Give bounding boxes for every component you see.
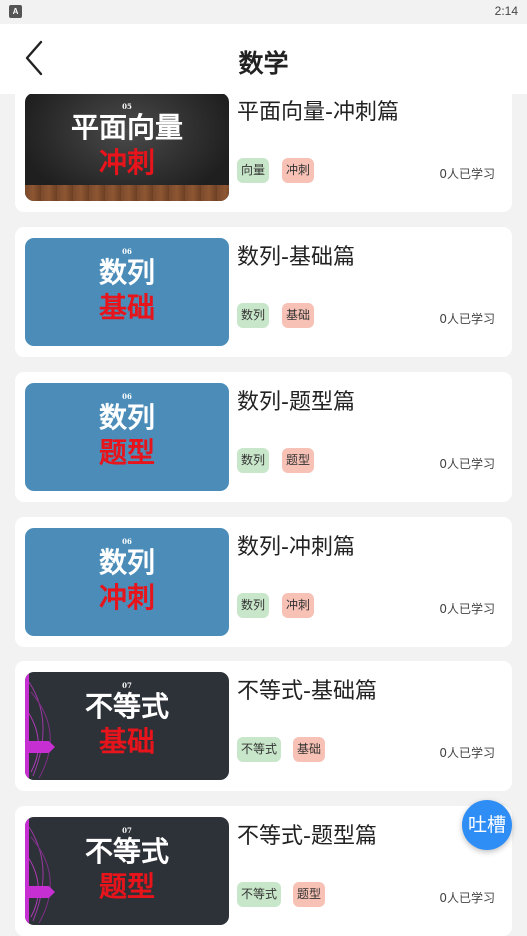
page-title: 数学 xyxy=(238,49,289,78)
thumbnail-number: 07 xyxy=(122,681,132,690)
course-card[interactable]: 06 数列 冲刺 数列-冲刺篇 数列 冲刺 0人已学习 xyxy=(15,517,512,647)
topic-tag: 数列 xyxy=(237,303,270,328)
thumbnail-number: 06 xyxy=(122,247,132,256)
learner-count: 0人已学习 xyxy=(439,167,495,181)
thumbnail-level: 冲刺 xyxy=(98,146,155,179)
course-title: 不等式-基础篇 xyxy=(237,679,377,704)
topic-tag: 不等式 xyxy=(237,882,282,907)
thumbnail-level: 冲刺 xyxy=(98,581,155,614)
thumbnail-topic: 数列 xyxy=(98,401,155,434)
course-title: 不等式-题型篇 xyxy=(237,824,377,849)
topic-tag: 数列 xyxy=(237,593,270,618)
feedback-button[interactable]: 吐槽 xyxy=(462,800,512,850)
course-thumbnail: 06 数列 题型 xyxy=(25,383,229,491)
thumbnail-level: 题型 xyxy=(98,870,155,903)
level-tag: 基础 xyxy=(282,303,315,328)
thumbnail-number: 06 xyxy=(122,392,132,401)
level-tag: 冲刺 xyxy=(282,593,315,618)
thumbnail-topic: 数列 xyxy=(98,256,155,289)
thumbnail-level: 基础 xyxy=(98,725,155,758)
course-thumbnail: 06 数列 基础 xyxy=(25,238,229,346)
learner-count: 0人已学习 xyxy=(439,891,495,905)
level-tag: 题型 xyxy=(282,448,315,473)
app-header: 数学 xyxy=(0,24,527,94)
topic-tag: 不等式 xyxy=(237,737,282,762)
level-tag: 基础 xyxy=(293,737,326,762)
topic-tag: 向量 xyxy=(237,158,270,183)
stage-floor xyxy=(25,185,229,201)
level-tag: 题型 xyxy=(293,882,326,907)
course-thumbnail: 07 不等式 基础 xyxy=(25,672,229,780)
learner-count: 0人已学习 xyxy=(439,746,495,760)
course-thumbnail: 06 数列 冲刺 xyxy=(25,528,229,636)
course-card[interactable]: 07 不等式 题型 不等式-题型篇 不等式 题型 0人已学习 xyxy=(15,806,512,936)
notification-icon: A xyxy=(9,5,22,18)
course-thumbnail: 07 不等式 题型 xyxy=(25,817,229,925)
thumbnail-number: 06 xyxy=(122,537,132,546)
status-time: 2:14 xyxy=(494,4,518,18)
course-card[interactable]: 06 数列 题型 数列-题型篇 数列 题型 0人已学习 xyxy=(15,372,512,502)
thumbnail-level: 基础 xyxy=(98,291,155,324)
course-list[interactable]: 05 平面向量 冲刺 平面向量-冲刺篇 向量 冲刺 0人已学习 06 数列 基础… xyxy=(0,94,527,936)
thumbnail-number: 07 xyxy=(122,826,132,835)
learner-count: 0人已学习 xyxy=(439,312,495,326)
course-title: 数列-冲刺篇 xyxy=(237,535,355,560)
level-tag: 冲刺 xyxy=(282,158,315,183)
topic-tag: 数列 xyxy=(237,448,270,473)
status-bar: A 2:14 xyxy=(0,0,527,24)
thumbnail-topic: 不等式 xyxy=(84,835,169,868)
learner-count: 0人已学习 xyxy=(439,457,495,471)
thumbnail-level: 题型 xyxy=(98,436,155,469)
course-card[interactable]: 07 不等式 基础 不等式-基础篇 不等式 基础 0人已学习 xyxy=(15,661,512,791)
thumbnail-topic: 不等式 xyxy=(84,690,169,723)
learner-count: 0人已学习 xyxy=(439,602,495,616)
course-thumbnail: 05 平面向量 冲刺 xyxy=(25,94,229,201)
thumbnail-topic: 平面向量 xyxy=(70,111,183,144)
course-title: 平面向量-冲刺篇 xyxy=(237,100,399,125)
course-card[interactable]: 06 数列 基础 数列-基础篇 数列 基础 0人已学习 xyxy=(15,227,512,357)
course-card[interactable]: 05 平面向量 冲刺 平面向量-冲刺篇 向量 冲刺 0人已学习 xyxy=(15,94,512,212)
course-title: 数列-题型篇 xyxy=(237,390,355,415)
course-title: 数列-基础篇 xyxy=(237,245,355,270)
thumbnail-topic: 数列 xyxy=(98,546,155,579)
thumbnail-number: 05 xyxy=(122,102,132,111)
